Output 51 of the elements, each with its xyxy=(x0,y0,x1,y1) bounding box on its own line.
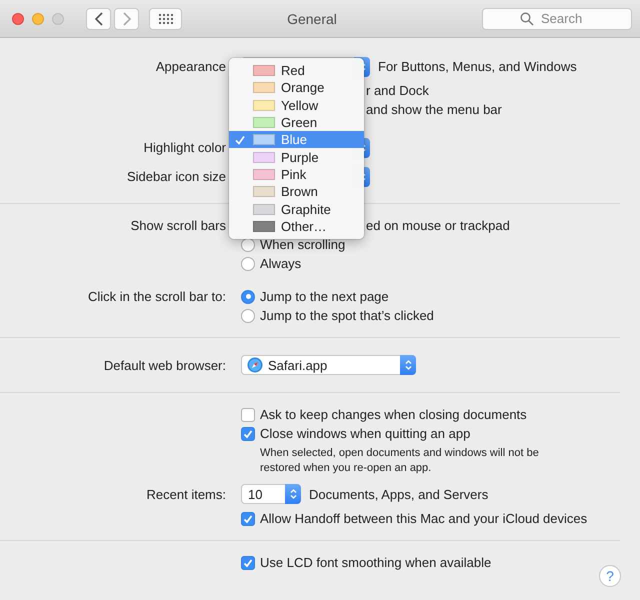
menu-item[interactable]: Purple xyxy=(229,148,364,166)
menu-item[interactable]: Green xyxy=(229,114,364,132)
radio-button[interactable] xyxy=(241,308,255,322)
checkbox-label: Ask to keep changes when closing documents xyxy=(260,407,527,422)
setting-label: Sidebar icon size xyxy=(127,169,226,184)
popup-note: For Buttons, Menus, and Windows xyxy=(378,59,577,74)
option-text: r and Dock xyxy=(366,83,429,98)
option-text: ed on mouse or trackpad xyxy=(366,218,510,233)
back-button[interactable] xyxy=(86,8,111,30)
checkbox[interactable] xyxy=(241,512,255,526)
checkbox-label: Close windows when quitting an app xyxy=(260,426,470,441)
search-field[interactable]: Search xyxy=(482,8,632,30)
menu-item[interactable]: Red xyxy=(229,62,364,80)
help-text: When selected, open documents and windows will not be restored when you re-open an app. xyxy=(260,446,540,476)
radio-label: Jump to the spot that’s clicked xyxy=(260,308,434,323)
checkbox-label: Use LCD font smoothing when available xyxy=(260,555,492,570)
window-title: General xyxy=(286,10,338,26)
radio-button[interactable] xyxy=(241,256,255,270)
checkmark-icon xyxy=(235,134,245,145)
menu-item[interactable]: Pink xyxy=(229,166,364,184)
browser-popup[interactable]: Safari.app xyxy=(241,355,416,375)
compass-icon xyxy=(247,357,263,373)
setting-label: Highlight color xyxy=(144,140,226,155)
setting-label: Default web browser: xyxy=(104,358,226,372)
chevron-left-icon xyxy=(94,12,104,26)
menu-item[interactable]: Orange xyxy=(229,79,364,97)
radio-label: Jump to the next page xyxy=(260,289,389,304)
setting-label: Recent items: xyxy=(146,486,226,502)
setting-label: Show scroll bars xyxy=(130,218,226,233)
chevron-right-icon xyxy=(122,12,132,26)
radio-button[interactable] xyxy=(241,290,255,304)
setting-label: Click in the scroll bar to: xyxy=(88,289,226,304)
menu-item[interactable]: Yellow xyxy=(229,96,364,114)
menu-item[interactable]: Other… xyxy=(229,218,364,235)
checkbox[interactable] xyxy=(241,426,255,440)
option-text: and show the menu bar xyxy=(366,102,502,117)
grid-icon xyxy=(158,12,174,24)
menu-item[interactable]: Brown xyxy=(229,183,364,200)
checkbox[interactable] xyxy=(241,556,255,570)
setting-label: Appearance xyxy=(156,59,226,74)
recent-items-field[interactable]: 10 xyxy=(241,484,301,504)
close-window-button[interactable] xyxy=(12,12,24,24)
checkbox[interactable] xyxy=(241,408,255,422)
recent-items-note: Documents, Apps, and Servers xyxy=(309,486,488,502)
search-icon xyxy=(520,12,534,26)
minimize-window-button[interactable] xyxy=(32,12,44,24)
menu-item[interactable]: Graphite xyxy=(229,200,364,218)
radio-label: Always xyxy=(260,256,302,271)
show-all-button[interactable] xyxy=(149,8,182,30)
radio-label: When scrolling xyxy=(260,237,346,252)
checkbox-label: Allow Handoff between this Mac and your iCloud devices xyxy=(260,511,588,526)
